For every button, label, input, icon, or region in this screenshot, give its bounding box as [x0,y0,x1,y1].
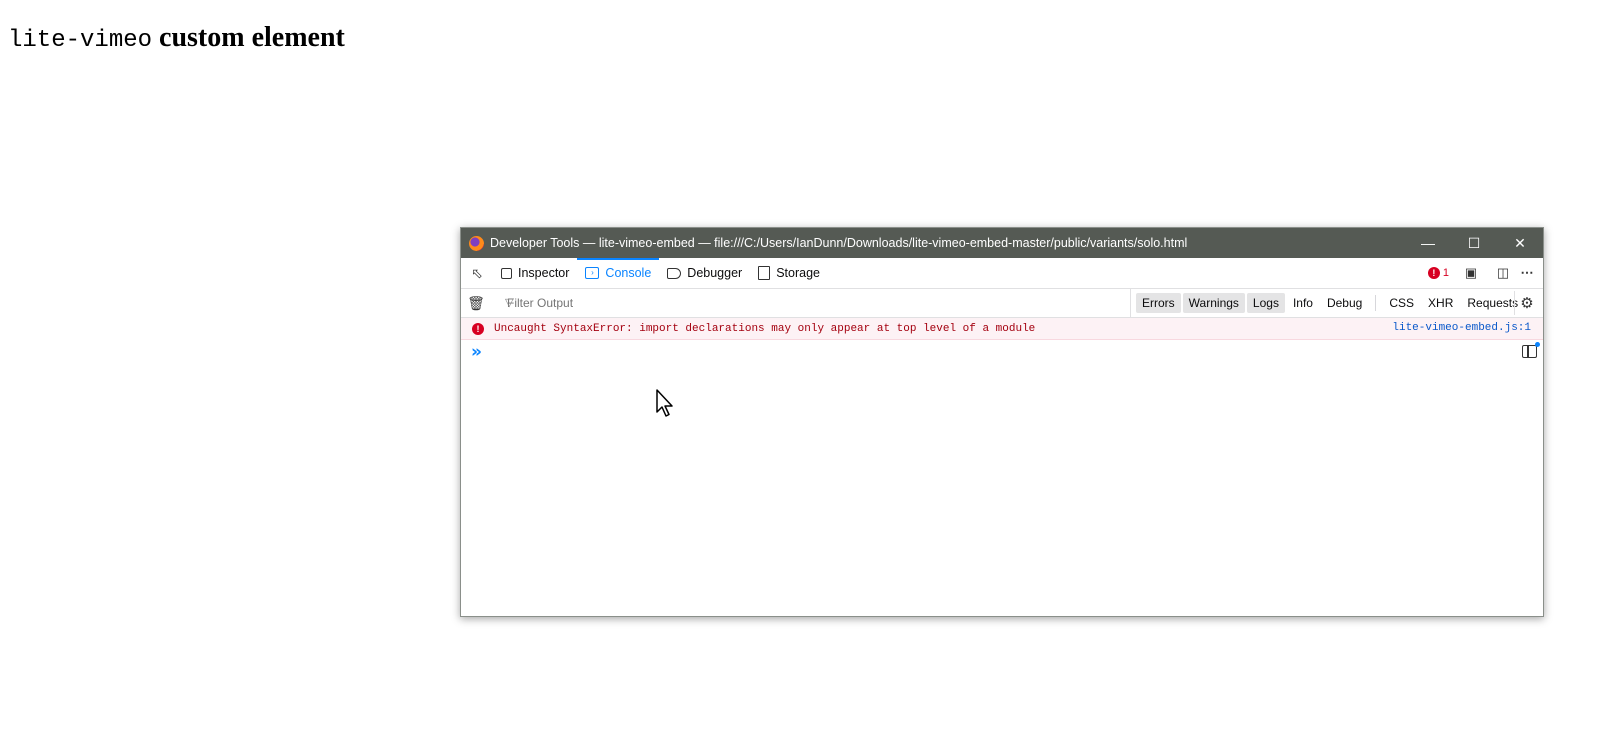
filter-debug-button[interactable]: Debug [1321,293,1368,313]
toolbar-right-group: ! 1 ▣ ◫ ⋯ [1427,258,1539,288]
tab-storage-label: Storage [776,266,820,280]
filter-warnings-button[interactable]: Warnings [1182,293,1245,313]
dock-icon: ◫ [1496,265,1510,280]
more-icon: ⋯ [1520,265,1534,280]
tab-inspector[interactable]: Inspector [493,258,577,288]
console-input[interactable] [489,341,1543,363]
mouse-cursor-icon [656,389,673,417]
dock-options-button[interactable]: ◫ [1491,261,1515,285]
page-title-code: lite-vimeo [8,27,153,54]
devtools-titlebar[interactable]: Developer Tools — lite-vimeo-embed — fil… [461,228,1543,258]
error-count-button[interactable]: ! 1 [1427,267,1449,279]
close-button[interactable]: ✕ [1497,228,1543,258]
tab-storage[interactable]: Storage [750,258,828,288]
page-title: lite-vimeo custom element [8,22,345,54]
filter-logs-button[interactable]: Logs [1246,293,1285,313]
tab-debugger-label: Debugger [687,266,743,280]
error-count: 1 [1442,267,1449,279]
log-level-filters: Errors Warnings Logs Info Debug CSS XHR … [1130,289,1525,317]
tab-console-label: Console [605,266,652,280]
minimize-button[interactable]: — [1405,228,1451,258]
devtools-toolbar: ⬁ Inspector › Console Debugger Storage !… [461,258,1543,289]
console-filter-bar: 🗑 ▽ Errors Warnings Logs Info Debug CSS … [461,289,1543,318]
console-input-row: » [461,340,1543,364]
filter-separator [1375,295,1377,311]
filter-errors-button[interactable]: Errors [1136,293,1181,313]
debugger-icon [667,267,682,279]
console-settings-button[interactable]: ⚙ [1514,291,1539,315]
editor-mode-toggle-icon[interactable] [1522,342,1540,358]
element-picker-button[interactable]: ⬁ [461,258,493,288]
element-picker-icon: ⬁ [471,264,483,281]
message-source-link[interactable]: lite-vimeo-embed.js:1 [1392,322,1531,334]
error-message-icon: ! [472,322,484,335]
error-icon: ! [1427,267,1440,279]
window-title: Developer Tools — lite-vimeo-embed — fil… [490,236,1188,250]
screenshot-button[interactable]: ▣ [1459,261,1483,285]
page-title-text: custom element [152,22,345,53]
editor-mode-indicator [1535,342,1540,347]
tab-console[interactable]: › Console [577,258,660,288]
tab-inspector-label: Inspector [518,266,570,280]
gear-icon: ⚙ [1520,295,1534,312]
inspector-icon [501,267,512,279]
maximize-button[interactable]: ☐ [1451,228,1497,258]
prompt-chevron-icon: » [471,342,482,362]
filter-xhr-button[interactable]: XHR [1422,293,1459,313]
console-icon: › [585,267,600,279]
more-options-button[interactable]: ⋯ [1515,261,1539,285]
devtools-window: Developer Tools — lite-vimeo-embed — fil… [460,227,1544,617]
console-message-error: ! Uncaught SyntaxError: import declarati… [461,318,1543,340]
firefox-logo-icon [469,235,484,251]
filter-info-button[interactable]: Info [1287,293,1319,313]
camera-icon: ▣ [1464,265,1478,280]
filter-css-button[interactable]: CSS [1383,293,1420,313]
storage-icon [758,266,771,280]
trash-icon: 🗑 [467,294,485,311]
tab-debugger[interactable]: Debugger [659,258,750,288]
clear-console-button[interactable]: 🗑 [461,295,491,312]
error-message-text: Uncaught SyntaxError: import declaration… [494,322,1036,335]
filter-output-input[interactable] [491,290,1119,316]
filter-icon: ▽ [505,297,514,309]
